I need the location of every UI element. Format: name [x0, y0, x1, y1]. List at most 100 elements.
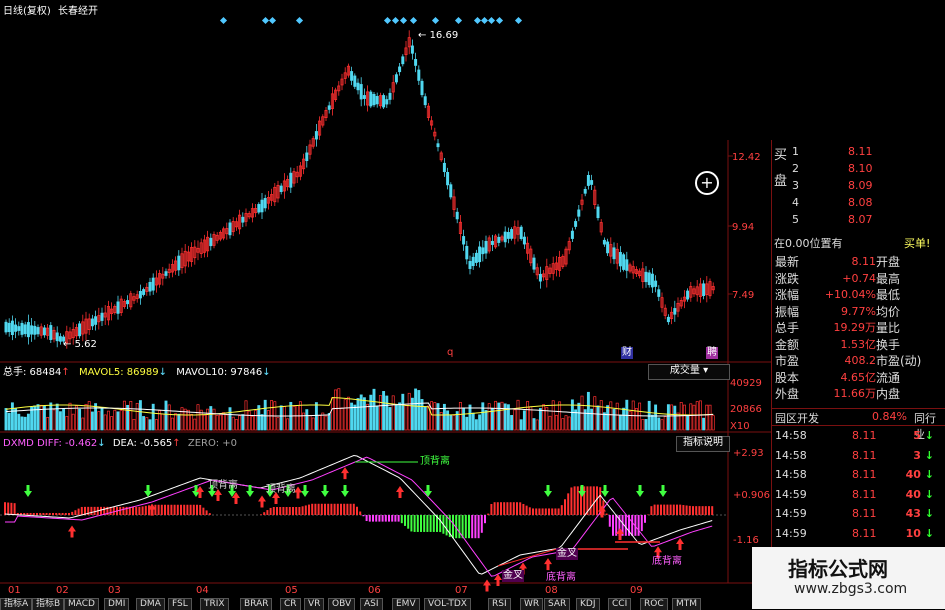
level-number: 3	[792, 179, 799, 192]
tick-price: 8.11	[852, 507, 877, 520]
volume-bar	[388, 407, 392, 431]
order-level[interactable]: 5 8.07	[792, 212, 873, 228]
volume-bar	[132, 418, 136, 431]
indicator-tab[interactable]: MACD	[64, 598, 99, 610]
candle-body	[625, 259, 629, 271]
indicator-tab[interactable]: ASI	[360, 598, 383, 610]
candle-body	[372, 93, 376, 106]
mavol10-label: MAVOL10: 97846	[176, 367, 263, 378]
candle-body	[586, 175, 590, 186]
sector-change: 0.84%	[872, 410, 907, 423]
period-label[interactable]: 日线(复权)	[3, 6, 51, 17]
level-price: 8.09	[848, 179, 873, 192]
volume-bar	[164, 400, 168, 431]
volume-bar	[225, 414, 229, 431]
stat-value: 9.77%	[841, 304, 876, 318]
volume-bar	[350, 402, 354, 431]
watermark: 指标公式网 www.zbgs3.com	[752, 547, 945, 609]
sell-arrow-icon	[301, 485, 309, 497]
candle-body	[55, 332, 59, 342]
volume-bar	[138, 400, 142, 431]
indicator-tab[interactable]: RSI	[488, 598, 511, 610]
volume-bar	[190, 414, 194, 431]
volume-bar	[487, 403, 491, 431]
arrow-down-icon: ↓	[924, 526, 934, 540]
indicator-tab[interactable]: DMA	[136, 598, 165, 610]
indicator-tab[interactable]: SAR	[544, 598, 571, 610]
watermark-url: www.zbgs3.com	[794, 581, 908, 597]
event-marker-q[interactable]: q	[447, 347, 453, 359]
candle-body	[305, 152, 309, 162]
event-marker-finance[interactable]: 财	[621, 347, 633, 359]
indicator-tab[interactable]: FSL	[168, 598, 192, 610]
volume-bar	[209, 406, 213, 431]
indicator-tab[interactable]: VOL-TDX	[424, 598, 471, 610]
indicator-tab[interactable]: EMV	[392, 598, 420, 610]
indicator-tab[interactable]: DMI	[104, 598, 130, 610]
order-level[interactable]: 1 8.11	[792, 144, 873, 160]
stat-label: 最新	[775, 255, 800, 269]
indicator-tab[interactable]: CCI	[608, 598, 632, 610]
sector-row[interactable]: 园区开发 0.84% 同行业	[772, 408, 945, 441]
candle-body	[279, 185, 283, 192]
sell-arrow-icon	[601, 485, 609, 497]
tick-price: 8.11	[852, 448, 877, 462]
indicator-tab[interactable]: VR	[304, 598, 325, 610]
volume-bar	[81, 417, 85, 431]
candle-body	[574, 221, 578, 227]
indicator-tab[interactable]: ROC	[640, 598, 668, 610]
arrow-down-icon: ↓	[924, 468, 934, 481]
top-divergence-a: 顶背离	[208, 480, 238, 491]
sell-arrow-icon	[321, 485, 329, 497]
volume-bar	[673, 405, 677, 431]
volume-bar	[353, 404, 357, 431]
sell-arrow-icon	[144, 485, 152, 497]
volume-bar	[266, 410, 270, 431]
indicator-tab[interactable]: TRIX	[200, 598, 229, 610]
indicator-tab[interactable]: WR	[520, 598, 544, 610]
indicator-tab[interactable]: BRAR	[240, 598, 273, 610]
volume-bar	[615, 402, 619, 431]
indicator-label[interactable]: 长春经开	[58, 6, 98, 17]
order-level[interactable]: 4 8.08	[792, 195, 873, 211]
indicator-tab[interactable]: CR	[280, 598, 301, 610]
candle-body	[583, 188, 587, 194]
volume-bar	[708, 404, 712, 431]
candle-body	[650, 273, 654, 288]
indicator-help-button[interactable]: 指标说明	[676, 436, 730, 452]
volume-bar	[535, 419, 539, 431]
indicator-tab[interactable]: MTM	[672, 598, 702, 610]
volume-bar	[30, 406, 34, 431]
tick-time: 14:58	[775, 429, 807, 442]
volume-bar	[100, 407, 104, 431]
volume-bar	[638, 402, 642, 431]
order-level[interactable]: 2 8.10	[792, 161, 873, 177]
volume-bar	[481, 402, 485, 431]
signal-diamond	[495, 16, 504, 25]
volume-bar	[74, 405, 78, 431]
stat-label-2: 流通	[876, 370, 901, 385]
event-marker-hire[interactable]: 聘	[706, 347, 718, 359]
indicator-tab[interactable]: 指标B	[32, 598, 65, 610]
candle-body	[474, 252, 478, 263]
candle-body	[673, 308, 677, 315]
zoom-in-icon[interactable]: +	[695, 171, 719, 195]
buy-single-text[interactable]: 买单!	[904, 236, 930, 252]
volume-bar	[46, 416, 50, 431]
volume-bar	[148, 419, 152, 431]
quote-panel: 买 盘 1 8.11 2 8.10 3 8.09 4 8.08 5 8.07 在0.00位置有 买…	[771, 140, 945, 609]
signal-diamond	[454, 16, 463, 25]
volume-bar	[145, 417, 149, 431]
volume-bar	[394, 404, 398, 431]
candle-body	[596, 206, 600, 219]
volume-bar	[564, 415, 568, 431]
high-value: 16.69	[429, 30, 459, 41]
order-level[interactable]: 3 8.09	[792, 178, 873, 194]
indicator-tab[interactable]: 指标A	[0, 598, 33, 610]
volume-bar	[308, 415, 312, 431]
volume-selector-button[interactable]: 成交量 ▾	[648, 364, 730, 380]
signal-diamond	[268, 16, 277, 25]
volume-bar	[474, 419, 478, 431]
indicator-tab[interactable]: KDJ	[576, 598, 600, 610]
indicator-tab[interactable]: OBV	[328, 598, 356, 610]
